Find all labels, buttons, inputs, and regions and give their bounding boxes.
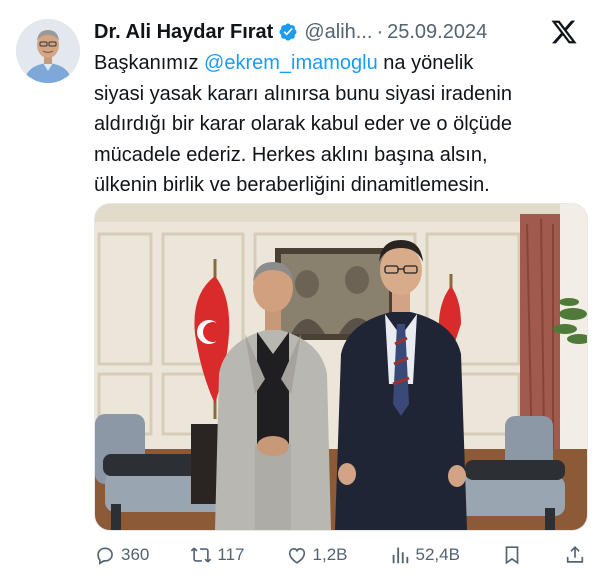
verified-badge-icon — [279, 23, 297, 41]
share-button[interactable] — [564, 544, 586, 566]
like-icon — [288, 548, 305, 564]
bookmark-button[interactable] — [501, 544, 523, 566]
tweet-text-suffix: na yönelik — [377, 52, 474, 74]
like-count: 1,2B — [312, 545, 348, 564]
tweet-text-prefix: Başkanımız — [94, 52, 205, 74]
author-name[interactable]: Dr. Ali Haydar Fırat — [94, 21, 273, 44]
reply-icon — [97, 547, 113, 565]
repost-icon — [191, 547, 212, 563]
reply-count: 360 — [121, 545, 150, 564]
tweet-line-2: siyasi yasak kararı alınırsa bunu siyasi… — [94, 82, 512, 105]
avatar[interactable] — [16, 19, 80, 83]
bookmark-icon — [505, 546, 519, 565]
x-logo-icon[interactable] — [550, 18, 578, 46]
reply-button[interactable]: 360 — [94, 544, 149, 566]
separator-dot: · — [376, 20, 384, 43]
views-button[interactable]: 52,4B — [389, 544, 460, 566]
views-count: 52,4B — [415, 545, 460, 564]
tweet-line-4: mücadele ederiz. Herkes aklını başına al… — [94, 143, 488, 166]
tweet-line-5: ülkenin birlik ve beraberliğini dinamitl… — [94, 174, 490, 196]
action-bar: 360 117 1,2B 52,4B — [94, 540, 586, 570]
tweet-photo[interactable] — [94, 203, 588, 531]
mention-link[interactable]: @ekrem_imamoglu — [204, 52, 378, 74]
views-icon — [392, 547, 408, 564]
author-handle[interactable]: @alih... — [304, 21, 372, 44]
tweet-date[interactable]: 25.09.2024 — [387, 21, 487, 44]
share-icon — [566, 546, 584, 563]
like-button[interactable]: 1,2B — [286, 544, 348, 566]
tweet-line-1: Başkanımız @ekrem_imamoglu na yönelik — [94, 48, 584, 79]
repost-count: 117 — [217, 545, 245, 564]
tweet-line-3: aldırdığı bir karar olarak kabul eder ve… — [94, 113, 513, 135]
tweet-text: Başkanımız @ekrem_imamoglu na yönelik si… — [94, 48, 584, 201]
repost-button[interactable]: 117 — [190, 544, 245, 566]
tweet-header: Dr. Ali Haydar Fırat @alih... · 25.09.20… — [94, 16, 578, 48]
